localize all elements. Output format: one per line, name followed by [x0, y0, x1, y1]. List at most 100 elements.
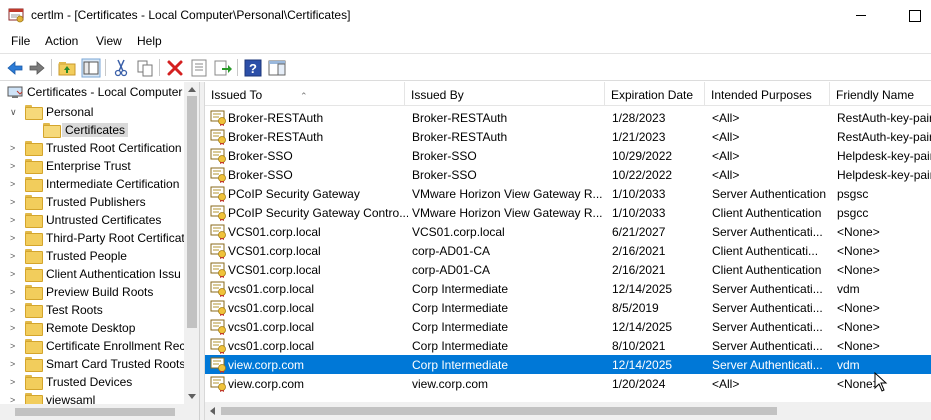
delete-icon[interactable] [165, 58, 185, 78]
expand-chevron-icon[interactable]: > [10, 232, 20, 244]
copy-icon[interactable] [135, 58, 155, 78]
maximize-button[interactable] [885, 0, 931, 31]
menu-help[interactable]: Help [137, 34, 162, 48]
certificate-icon [210, 338, 226, 354]
table-row[interactable]: view.corp.com Corp Intermediate 12/14/2025… [205, 355, 931, 374]
cell-expiration-date: 8/5/2019 [612, 301, 659, 315]
column-label: Expiration Date [611, 88, 694, 102]
list-horizontal-scrollbar[interactable] [205, 402, 931, 420]
table-row[interactable]: PCoIP Security Gateway VMware Horizon Vie… [205, 184, 931, 203]
table-row[interactable]: VCS01.corp.local corp-AD01-CA 2/16/2021 Cli… [205, 241, 931, 260]
tree-item-personal[interactable]: ∨ Personal [0, 103, 184, 121]
cell-issued-by: Corp Intermediate [412, 282, 509, 296]
expand-chevron-icon[interactable]: > [10, 178, 20, 190]
certificate-icon [210, 243, 226, 259]
table-row[interactable]: PCoIP Security Gateway Contro... VMware H… [205, 203, 931, 222]
scroll-down-icon[interactable] [188, 394, 196, 399]
certificate-icon [210, 281, 226, 297]
show-hide-console-tree-icon[interactable] [81, 58, 101, 78]
scroll-thumb[interactable] [15, 408, 175, 416]
table-row[interactable]: VCS01.corp.local corp-AD01-CA 2/16/2021 Cli… [205, 260, 931, 279]
tree-root[interactable]: Certificates - Local Computer [0, 83, 184, 101]
cell-issued-to: VCS01.corp.local [228, 225, 321, 239]
expand-chevron-icon[interactable]: > [10, 286, 20, 298]
export-list-icon[interactable] [213, 58, 233, 78]
tree-item-test-roots[interactable]: > Test Roots [0, 301, 184, 319]
certificate-icon [210, 167, 226, 183]
menu-action[interactable]: Action [45, 34, 78, 48]
tree-item-trusted-publishers[interactable]: > Trusted Publishers [0, 193, 184, 211]
cell-intended-purposes: <All> [712, 168, 740, 182]
table-row[interactable]: vcs01.corp.local Corp Intermediate 8/5/201… [205, 298, 931, 317]
table-row[interactable]: Broker-RESTAuth Broker-RESTAuth 1/28/2023 <… [205, 108, 931, 127]
expand-chevron-icon[interactable]: > [10, 304, 20, 316]
table-row[interactable]: vcs01.corp.local Corp Intermediate 12/14/2… [205, 279, 931, 298]
table-row[interactable]: Broker-SSO Broker-SSO 10/22/2022 <All> Helpd… [205, 165, 931, 184]
tree-item-third-party-root[interactable]: > Third-Party Root Certificat [0, 229, 184, 247]
tree-item-intermediate[interactable]: > Intermediate Certification [0, 175, 184, 193]
up-folder-icon[interactable] [57, 58, 77, 78]
table-row[interactable]: VCS01.corp.local VCS01.corp.local 6/21/202… [205, 222, 931, 241]
table-row[interactable]: view.corp.com view.corp.com 1/20/2024 <All>… [205, 374, 931, 393]
help-icon[interactable]: ? [243, 58, 263, 78]
tree-item-certificates[interactable]: Certificates [0, 121, 184, 139]
column-issued-to[interactable]: Issued To ⌃ [205, 82, 405, 106]
scroll-thumb[interactable] [187, 96, 197, 328]
scroll-left-icon[interactable] [210, 407, 215, 415]
table-row[interactable]: vcs01.corp.local Corp Intermediate 12/14/2… [205, 317, 931, 336]
expand-chevron-icon[interactable]: > [10, 268, 20, 280]
expand-chevron-icon[interactable]: > [10, 196, 20, 208]
expand-chevron-icon[interactable]: > [10, 358, 20, 370]
menu-file[interactable]: File [11, 34, 30, 48]
back-arrow-icon[interactable] [5, 58, 25, 78]
column-issued-by[interactable]: Issued By [405, 82, 605, 106]
column-expiration-date[interactable]: Expiration Date [605, 82, 705, 106]
tree-item-cert-enrollment[interactable]: > Certificate Enrollment Rec [0, 337, 184, 355]
tree-vertical-scrollbar[interactable] [184, 82, 199, 404]
tree-item-untrusted[interactable]: > Untrusted Certificates [0, 211, 184, 229]
tree-item-preview-build-roots[interactable]: > Preview Build Roots [0, 283, 184, 301]
expand-chevron-icon[interactable]: > [10, 376, 20, 388]
expand-chevron-icon[interactable]: > [10, 214, 20, 226]
tree-item-trusted-people[interactable]: > Trusted People [0, 247, 184, 265]
table-row[interactable]: Broker-RESTAuth Broker-RESTAuth 1/21/2023 <… [205, 127, 931, 146]
cell-friendly-name: <None> [837, 263, 880, 277]
cut-icon[interactable] [111, 58, 131, 78]
certificate-icon [210, 357, 226, 373]
folder-icon [43, 123, 61, 138]
folder-icon [25, 105, 43, 120]
expand-chevron-icon[interactable]: > [10, 250, 20, 262]
menu-view[interactable]: View [96, 34, 122, 48]
tree-item-smart-card-roots[interactable]: > Smart Card Trusted Roots [0, 355, 184, 373]
expand-chevron-icon[interactable]: > [10, 322, 20, 334]
expand-chevron-icon[interactable]: > [10, 142, 20, 154]
forward-arrow-icon[interactable] [27, 58, 47, 78]
scroll-thumb[interactable] [221, 407, 777, 415]
svg-text:?: ? [249, 61, 257, 76]
tree-item-label: Trusted Publishers [46, 195, 146, 209]
cell-issued-by: Corp Intermediate [412, 301, 509, 315]
table-row[interactable]: Broker-SSO Broker-SSO 10/29/2022 <All> Helpd… [205, 146, 931, 165]
properties-icon[interactable] [189, 58, 209, 78]
collapse-chevron-icon[interactable]: ∨ [10, 106, 20, 118]
tree-item-trusted-devices[interactable]: > Trusted Devices [0, 373, 184, 391]
cell-friendly-name: psgsc [837, 187, 869, 201]
tree-item-label: Intermediate Certification [46, 177, 180, 191]
show-action-pane-icon[interactable] [267, 58, 287, 78]
scroll-up-icon[interactable] [188, 87, 196, 92]
tree-item-enterprise-trust[interactable]: > Enterprise Trust [0, 157, 184, 175]
cell-intended-purposes: <All> [712, 377, 740, 391]
cell-friendly-name: vdm [837, 282, 860, 296]
tree-horizontal-scrollbar[interactable] [0, 404, 199, 420]
tree-item-trusted-root[interactable]: > Trusted Root Certification [0, 139, 184, 157]
cell-issued-to: Broker-RESTAuth [228, 111, 324, 125]
column-intended-purposes[interactable]: Intended Purposes [705, 82, 830, 106]
cell-intended-purposes: Server Authenticati... [712, 225, 823, 239]
expand-chevron-icon[interactable]: > [10, 340, 20, 352]
table-row[interactable]: vcs01.corp.local Corp Intermediate 8/10/20… [205, 336, 931, 355]
column-friendly-name[interactable]: Friendly Name [830, 82, 931, 106]
tree-item-client-auth-issuers[interactable]: > Client Authentication Issu [0, 265, 184, 283]
expand-chevron-icon[interactable]: > [10, 160, 20, 172]
minimize-button[interactable] [839, 0, 885, 31]
tree-item-remote-desktop[interactable]: > Remote Desktop [0, 319, 184, 337]
